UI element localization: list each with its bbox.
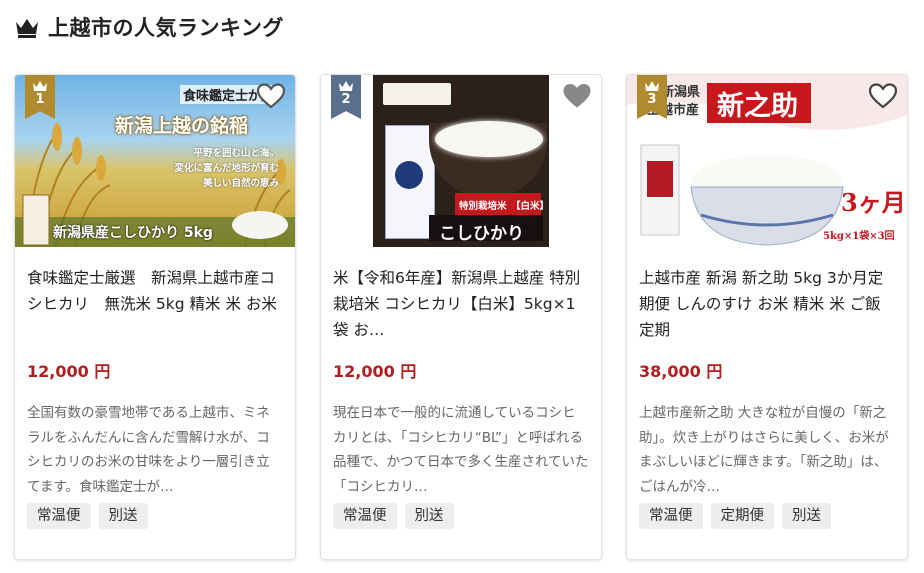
favorite-heart-icon[interactable] xyxy=(257,83,285,109)
tag-badge: 常温便 xyxy=(639,503,703,529)
crown-icon xyxy=(16,19,38,38)
product-image[interactable]: 食味鑑定士が選 新潟上越の銘稲 平野を囲む山と海。 変化に富んだ地形が育む 美し… xyxy=(15,75,295,247)
ranking-card-1[interactable]: 食味鑑定士が選 新潟上越の銘稲 平野を囲む山と海。 変化に富んだ地形が育む 美し… xyxy=(14,74,296,560)
image-caption: 特別栽培米 xyxy=(459,201,507,212)
section-header: 上越市の人気ランキング xyxy=(14,12,284,42)
rank-number: 1 xyxy=(35,92,45,107)
image-caption: 新潟県産こしひかり 5kg xyxy=(53,225,213,241)
product-price: 38,000 円 xyxy=(639,362,723,381)
product-description: 現在日本で一般的に流通しているコシヒカリとは、「コシヒカリ“BL”」と呼ばれる品… xyxy=(333,405,589,495)
ranking-list: 食味鑑定士が選 新潟上越の銘稲 平野を囲む山と海。 変化に富んだ地形が育む 美し… xyxy=(14,74,910,564)
crown-icon xyxy=(645,81,659,91)
tag-badge: 定期便 xyxy=(710,503,774,529)
image-caption: 3ヶ月 xyxy=(841,188,906,217)
image-caption: こしひかり xyxy=(439,224,524,244)
section-title: 上越市の人気ランキング xyxy=(48,16,284,40)
tag-list: 常温便 別送 xyxy=(27,503,148,529)
image-caption: 美しい自然の恵み xyxy=(202,178,279,189)
product-price: 12,000 円 xyxy=(333,362,417,381)
product-name[interactable]: 米【令和6年産】新潟県上越産 特別栽培米 コシヒカリ【白米】5kg×1袋 お… xyxy=(333,265,589,343)
product-image[interactable]: 特別栽培米 【白米】 こしひかり xyxy=(321,75,601,247)
product-description: 全国有数の豪雪地帯である上越市、ミネラルをふんだんに含んだ雪解け水が、コシヒカリ… xyxy=(27,405,270,495)
rank-number: 3 xyxy=(647,92,657,107)
tag-badge: 別送 xyxy=(98,503,148,529)
rank-number: 2 xyxy=(341,92,351,107)
favorite-heart-icon[interactable] xyxy=(563,83,591,109)
image-caption: 新之助 xyxy=(717,91,798,122)
product-price: 12,000 円 xyxy=(27,362,111,381)
image-caption: 平野を囲む山と海。 xyxy=(193,148,279,159)
image-caption: 5kg×1袋×3回 xyxy=(823,231,895,242)
tag-badge: 別送 xyxy=(782,503,831,529)
product-description: 上越市産新之助 大きな粒が自慢の「新之助」。炊き上がりはさらに美しく、お米がまぶ… xyxy=(639,405,889,495)
image-caption: 【白米】 xyxy=(511,201,550,212)
favorite-heart-icon[interactable] xyxy=(869,83,897,109)
tag-badge: 別送 xyxy=(404,503,454,529)
tag-list: 常温便 別送 xyxy=(333,503,454,529)
crown-icon xyxy=(339,81,353,91)
ranking-card-2[interactable]: 特別栽培米 【白米】 こしひかり 2 米【令和6年産】新潟県上越産 特別栽培米 … xyxy=(320,74,602,560)
product-name[interactable]: 上越市産 新潟 新之助 5kg 3か月定期便 しんのすけ お米 精米 米 ご飯 … xyxy=(639,265,895,343)
tag-badge: 常温便 xyxy=(333,503,397,529)
product-name[interactable]: 食味鑑定士厳選 新潟県上越市産コシヒカリ 無洗米 5kg 精米 米 お米 xyxy=(27,265,283,317)
crown-icon xyxy=(33,81,47,91)
tag-list: 常温便 定期便 別送 xyxy=(639,503,831,529)
image-caption: 新潟上越の銘稲 xyxy=(115,115,249,137)
ranking-card-3[interactable]: 新潟県 上越市産 新之助 3ヶ月 5kg×1袋×3回 3 上越市産 新潟 新之助… xyxy=(626,74,908,560)
tag-badge: 常温便 xyxy=(27,503,91,529)
product-image[interactable]: 新潟県 上越市産 新之助 3ヶ月 5kg×1袋×3回 xyxy=(627,75,907,247)
image-caption: 変化に富んだ地形が育む xyxy=(174,163,279,174)
